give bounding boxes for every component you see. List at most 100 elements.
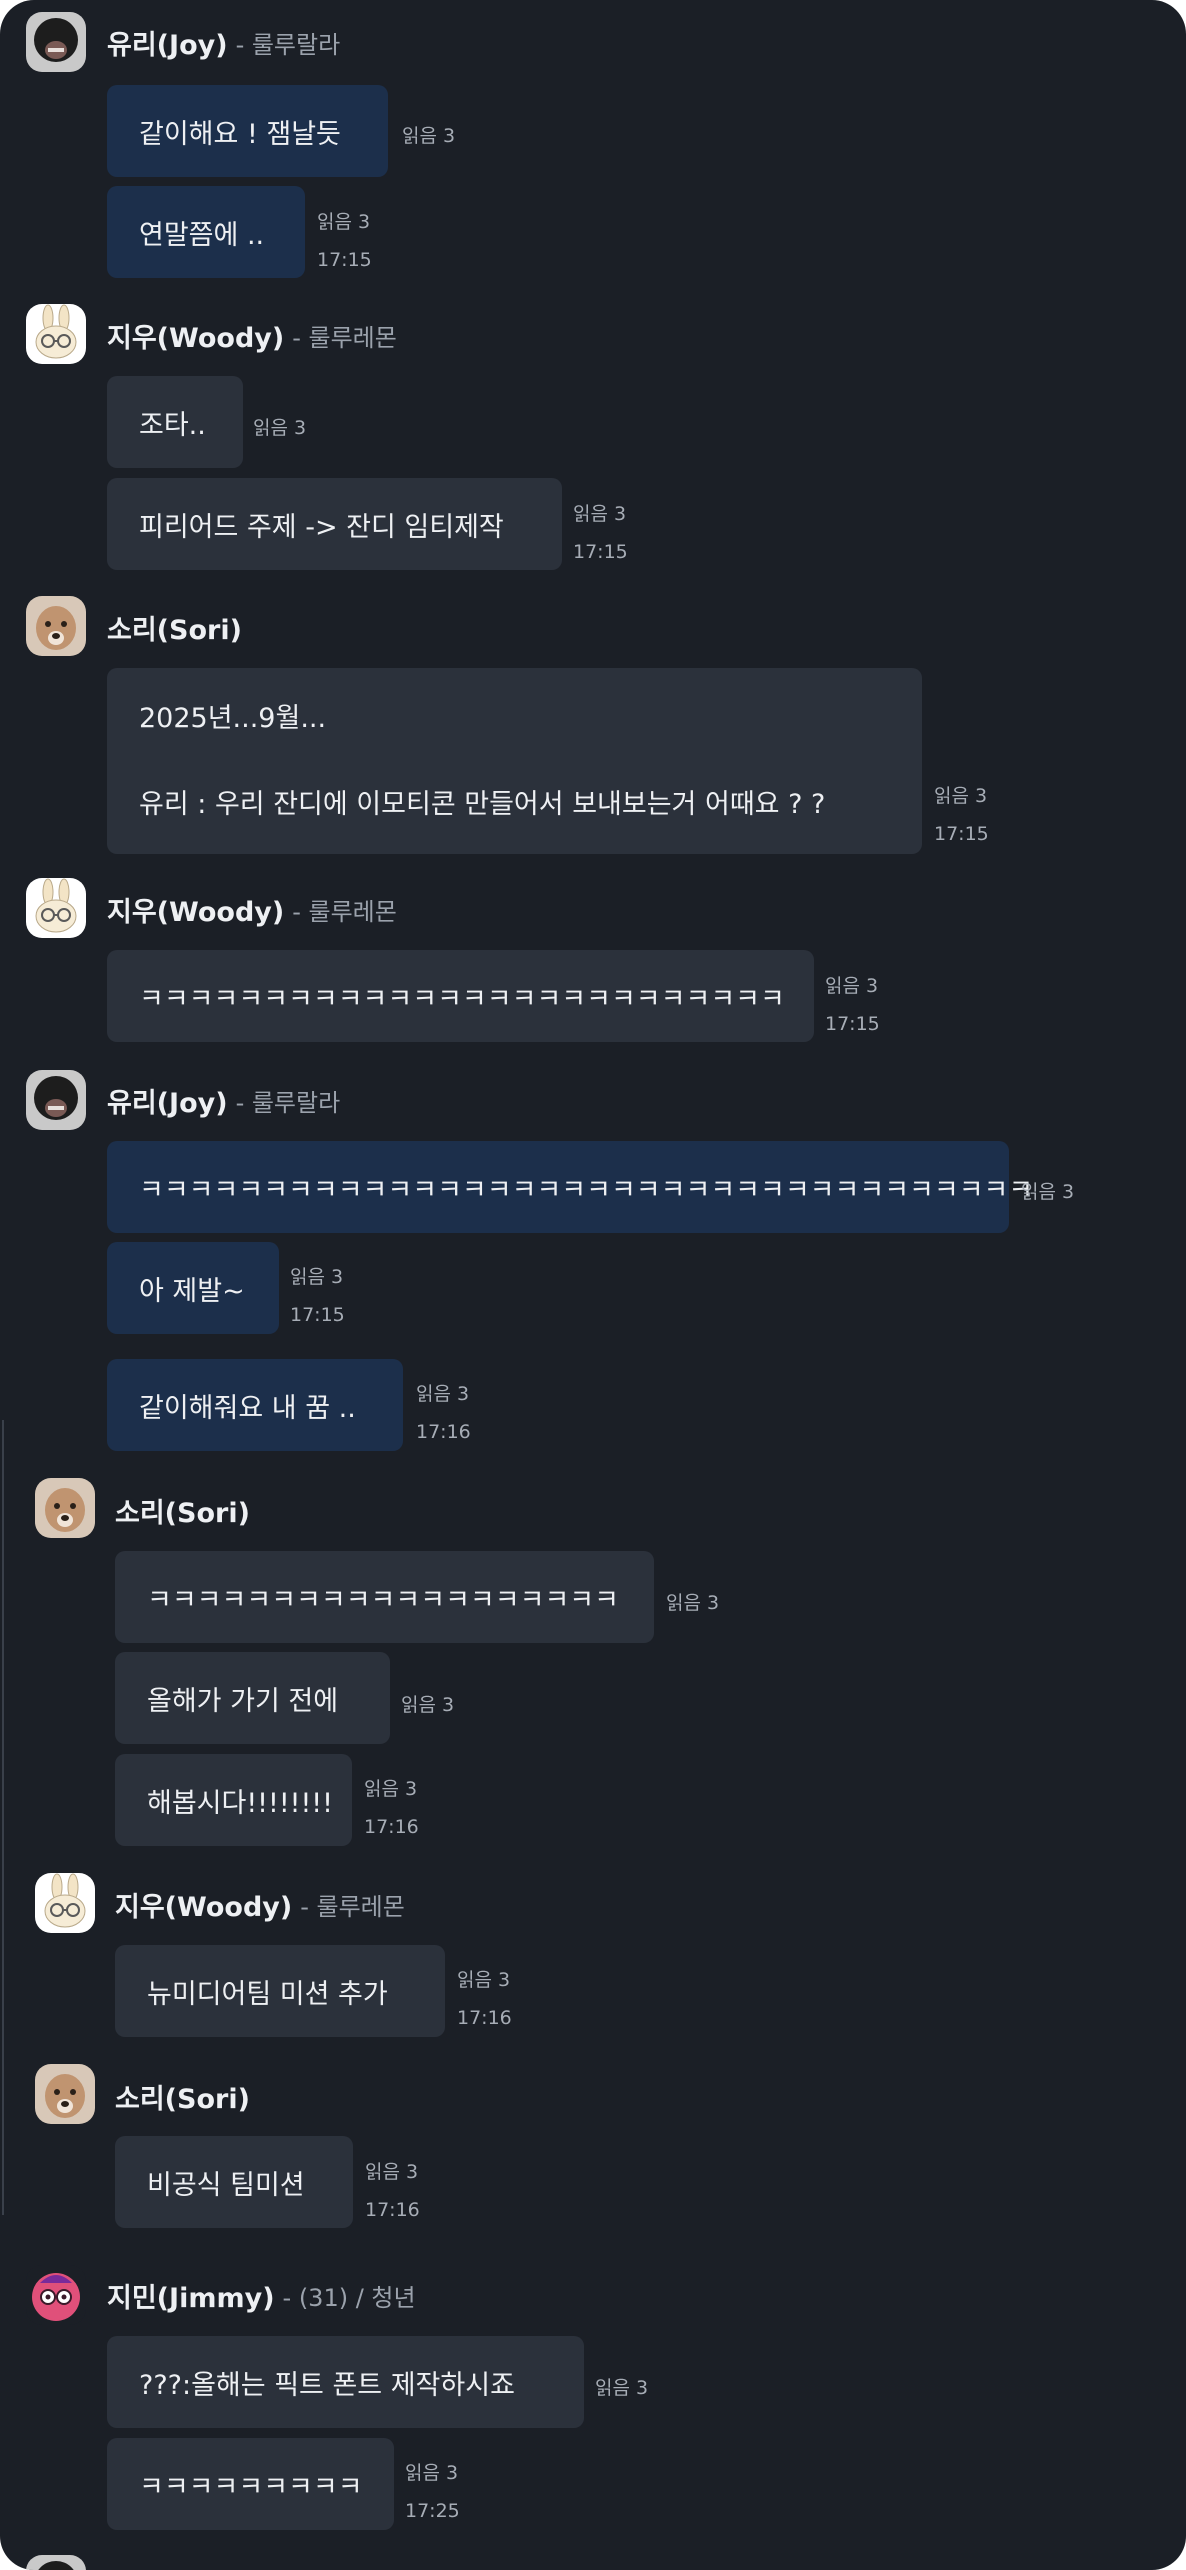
message-text: 아 제발~ — [139, 1275, 245, 1307]
read-count: 읽음 3 — [1021, 1181, 1075, 1203]
avatar-sori[interactable] — [26, 596, 86, 656]
message-text-line: 2025년...9월... — [139, 702, 327, 734]
sender-header: 소리(Sori) — [115, 2076, 250, 2116]
sender-name[interactable]: 지우(Woody) — [107, 890, 284, 929]
read-count: 읽음 3 — [825, 975, 879, 997]
sender-name[interactable]: 소리(Sori) — [115, 1491, 250, 1530]
message-bubble[interactable]: ???:올해는 픽트 폰트 제작하시죠 — [107, 2336, 584, 2428]
message-meta: 읽음 3 17:25 — [405, 2461, 460, 2524]
message-bubble[interactable]: 비공식 팀미션 — [115, 2136, 353, 2228]
chat-window: 유리(Joy) - 룰루랄라 같이해요 ! 잼날듯 읽음 3 연말쯤에 .. 읽… — [0, 0, 1186, 2570]
thread-indicator — [2, 1420, 4, 2215]
bunny-with-glasses-icon — [35, 1873, 95, 1933]
bunny-with-glasses-icon — [26, 878, 86, 938]
avatar-woody[interactable] — [26, 878, 86, 938]
sender-header: 유리(Joy) - 룰루랄라 — [107, 1080, 340, 1120]
message-bubble[interactable]: 뉴미디어팀 미션 추가 — [115, 1945, 445, 2037]
message-bubble[interactable]: 올해가 가기 전에 — [115, 1652, 390, 1744]
avatar-sori[interactable] — [35, 1478, 95, 1538]
sender-header: 지우(Woody) - 룰루레몬 — [115, 1884, 405, 1924]
sender-status: - 룰루레몬 — [292, 323, 397, 352]
message-meta: 읽음 3 17:15 — [825, 974, 880, 1037]
message-meta: 읽음 3 — [401, 1693, 454, 1718]
timestamp: 17:15 — [825, 1013, 880, 1035]
sender-header: 지우(Woody) - 룰루레몬 — [107, 889, 397, 929]
sender-name[interactable]: 소리(Sori) — [115, 2077, 250, 2116]
read-count: 읽음 3 — [595, 2377, 649, 2399]
sender-header: 소리(Sori) — [115, 1490, 250, 1530]
timestamp: 17:16 — [416, 1421, 471, 1443]
message-meta: 읽음 3 17:15 — [934, 784, 989, 847]
sender-status: - 룰루레몬 — [292, 897, 397, 926]
message-bubble[interactable]: 2025년...9월... 유리 : 우리 잔디에 이모티콘 만들어서 보내보는… — [107, 668, 922, 854]
avatar-joy[interactable] — [26, 12, 86, 72]
message-meta: 읽음 3 17:16 — [457, 1968, 512, 2031]
message-bubble[interactable]: 조타.. — [107, 376, 243, 468]
message-meta: 읽음 3 — [1021, 1180, 1074, 1205]
message-bubble[interactable]: ㅋㅋㅋㅋㅋㅋㅋㅋㅋㅋㅋㅋㅋㅋㅋㅋㅋㅋㅋ — [115, 1551, 654, 1643]
timestamp: 17:15 — [290, 1304, 345, 1326]
timestamp: 17:15 — [317, 249, 372, 271]
avatar-sori[interactable] — [35, 2064, 95, 2124]
message-meta: 읽음 3 — [402, 124, 455, 149]
message-bubble[interactable]: 해봅시다!!!!!!!! — [115, 1754, 352, 1846]
puppy-photo-icon — [35, 1478, 95, 1538]
timestamp: 17:15 — [573, 541, 628, 563]
read-count: 읽음 3 — [365, 2161, 419, 2183]
dark-portrait-icon — [26, 1070, 86, 1130]
timestamp: 17:25 — [405, 2500, 460, 2522]
message-text: 뉴미디어팀 미션 추가 — [147, 1978, 388, 2010]
message-meta: 읽음 3 17:16 — [364, 1777, 419, 1840]
read-count: 읽음 3 — [364, 1778, 418, 1800]
message-bubble[interactable]: 아 제발~ — [107, 1242, 279, 1334]
message-bubble[interactable]: ㅋㅋㅋㅋㅋㅋㅋㅋㅋ — [107, 2438, 394, 2530]
message-bubble[interactable]: 피리어드 주제 -> 잔디 임티제작 — [107, 478, 562, 570]
message-bubble[interactable]: ㅋㅋㅋㅋㅋㅋㅋㅋㅋㅋㅋㅋㅋㅋㅋㅋㅋㅋㅋㅋㅋㅋㅋㅋㅋㅋㅋㅋㅋㅋㅋㅋㅋㅋㅋㅋ — [107, 1141, 1033, 1233]
bunny-with-glasses-icon — [26, 304, 86, 364]
message-bubble[interactable]: ㅋㅋㅋㅋㅋㅋㅋㅋㅋㅋㅋㅋㅋㅋㅋㅋㅋㅋㅋㅋㅋㅋㅋㅋㅋㅋ — [107, 950, 814, 1042]
sender-name[interactable]: 유리(Joy) — [107, 1081, 228, 1120]
puppy-photo-icon — [26, 596, 86, 656]
avatar-next[interactable] — [26, 2555, 86, 2570]
message-text: 올해가 가기 전에 — [147, 1685, 339, 1717]
message-text: ㅋㅋㅋㅋㅋㅋㅋㅋㅋㅋㅋㅋㅋㅋㅋㅋㅋㅋㅋㅋㅋㅋㅋㅋㅋㅋ — [139, 983, 785, 1015]
read-count: 읽음 3 — [934, 785, 988, 807]
message-bubble[interactable]: 같이해줘요 내 꿈 .. — [107, 1359, 403, 1451]
avatar-woody[interactable] — [26, 304, 86, 364]
message-text: 같이해줘요 내 꿈 .. — [139, 1392, 356, 1424]
message-text: ㅋㅋㅋㅋㅋㅋㅋㅋㅋㅋㅋㅋㅋㅋㅋㅋㅋㅋㅋㅋㅋㅋㅋㅋㅋㅋㅋㅋㅋㅋㅋㅋㅋㅋㅋㅋ — [139, 1174, 1034, 1206]
message-bubble[interactable]: 연말쯤에 .. — [107, 186, 305, 278]
read-count: 읽음 3 — [416, 1383, 470, 1405]
avatar-jimmy[interactable] — [26, 2265, 86, 2325]
sender-name[interactable]: 지우(Woody) — [115, 1885, 292, 1924]
read-count: 읽음 3 — [457, 1969, 511, 1991]
sender-name[interactable]: 지우(Woody) — [107, 316, 284, 355]
sender-status: - (31) / 청년 — [282, 2283, 416, 2312]
sender-name[interactable]: 지민(Jimmy) — [107, 2276, 275, 2315]
read-count: 읽음 3 — [253, 417, 307, 439]
avatar-woody[interactable] — [35, 1873, 95, 1933]
message-meta: 읽음 3 17:15 — [573, 502, 628, 565]
message-text: 같이해요 ! 잼날듯 — [139, 118, 341, 150]
message-text: 피리어드 주제 -> 잔디 임티제작 — [139, 511, 504, 543]
message-text: 조타.. — [139, 409, 206, 441]
message-meta: 읽음 3 17:15 — [317, 210, 372, 273]
read-count: 읽음 3 — [401, 1694, 455, 1716]
sender-header: 소리(Sori) — [107, 607, 242, 647]
read-count: 읽음 3 — [317, 211, 371, 233]
sender-name[interactable]: 소리(Sori) — [107, 608, 242, 647]
read-count: 읽음 3 — [402, 125, 456, 147]
message-meta: 읽음 3 17:15 — [290, 1265, 345, 1328]
message-meta: 읽음 3 — [666, 1591, 719, 1616]
avatar-joy[interactable] — [26, 1070, 86, 1130]
pink-character-with-glasses-icon — [26, 2265, 86, 2325]
message-text-line: 유리 : 우리 잔디에 이모티콘 만들어서 보내보는거 어때요 ? ? — [139, 788, 826, 820]
sender-header: 지민(Jimmy) - (31) / 청년 — [107, 2275, 416, 2315]
sender-name[interactable]: 유리(Joy) — [107, 23, 228, 62]
timestamp: 17:15 — [934, 823, 989, 845]
timestamp: 17:16 — [457, 2007, 512, 2029]
message-meta: 읽음 3 — [253, 416, 306, 441]
read-count: 읽음 3 — [573, 503, 627, 525]
message-text: ㅋㅋㅋㅋㅋㅋㅋㅋㅋ — [139, 2471, 363, 2503]
message-bubble[interactable]: 같이해요 ! 잼날듯 — [107, 85, 388, 177]
